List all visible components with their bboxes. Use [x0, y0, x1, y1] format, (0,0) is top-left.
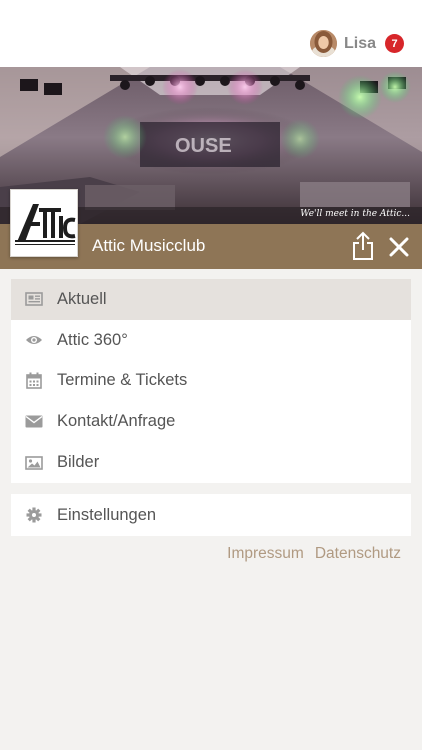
menu-item-label: Einstellungen: [57, 505, 157, 524]
avatar: [309, 30, 337, 57]
newspaper-icon: [11, 292, 57, 307]
menu-item-label: Termine & Tickets: [57, 371, 188, 390]
impressum-link[interactable]: Impressum: [227, 545, 304, 563]
calendar-icon: [11, 372, 57, 390]
share-button[interactable]: [351, 231, 375, 261]
close-icon: [389, 237, 409, 257]
share-icon: [353, 231, 373, 260]
attic-logo: [10, 189, 78, 257]
user-name: Lisa: [343, 34, 376, 52]
footer-links: Impressum Datenschutz: [216, 545, 401, 563]
settings-menu: Einstellungen: [11, 494, 411, 536]
club-title: Attic Musicclub: [92, 236, 206, 255]
menu-item-label: Kontakt/Anfrage: [57, 412, 176, 431]
banner-tagline: We'll meet in the Attic...: [300, 209, 410, 219]
menu-item-kontakt-anfrage[interactable]: Kontakt/Anfrage: [11, 401, 411, 442]
main-menu: Aktuell Attic 360° Termine & Tickets Kon…: [11, 279, 411, 483]
menu-item-termine-tickets[interactable]: Termine & Tickets: [11, 361, 411, 402]
gear-icon: [11, 507, 57, 523]
datenschutz-link[interactable]: Datenschutz: [315, 545, 401, 563]
svg-text:OUSE: OUSE: [175, 135, 232, 157]
menu-item-attic-360[interactable]: Attic 360°: [11, 320, 411, 361]
top-bar: Lisa 7: [0, 0, 422, 67]
menu-item-label: Bilder: [57, 453, 100, 472]
close-button[interactable]: [388, 236, 410, 258]
user-profile-button[interactable]: Lisa 7: [309, 30, 404, 57]
notification-badge: 7: [385, 34, 404, 53]
image-icon: [11, 455, 57, 470]
eye-icon: [11, 334, 57, 346]
menu-item-aktuell[interactable]: Aktuell: [11, 279, 411, 320]
menu-item-einstellungen[interactable]: Einstellungen: [11, 494, 411, 536]
menu-item-bilder[interactable]: Bilder: [11, 442, 411, 483]
menu-item-label: Attic 360°: [57, 330, 128, 349]
menu-item-label: Aktuell: [57, 289, 107, 308]
envelope-icon: [11, 415, 57, 428]
